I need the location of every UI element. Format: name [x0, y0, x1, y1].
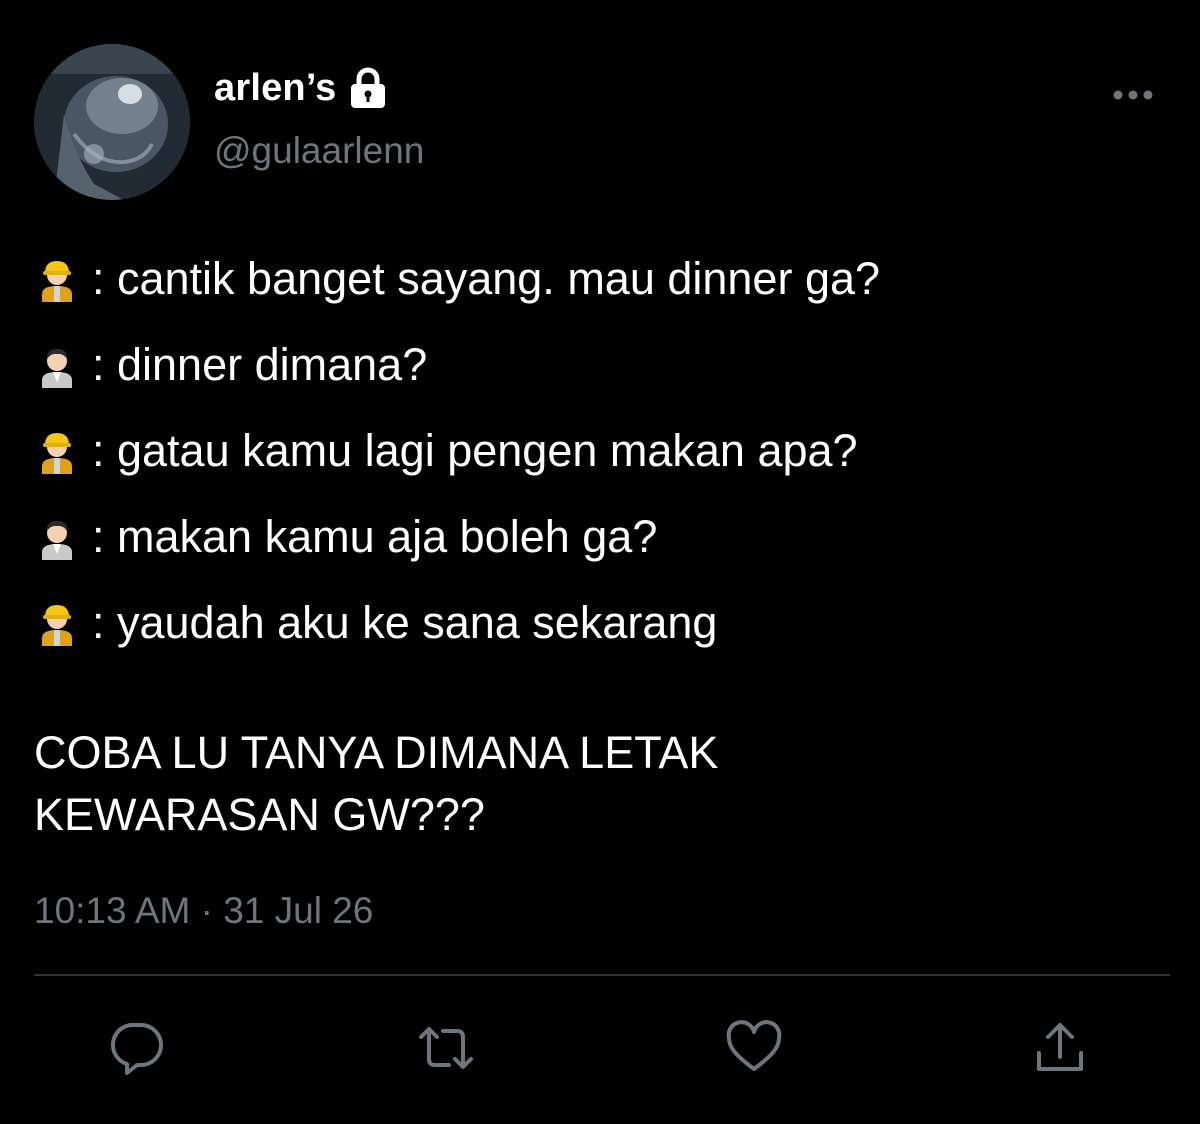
tweet-timestamp[interactable]: 10:13 AM · 31 Jul 26 — [34, 890, 373, 932]
office-worker-icon — [34, 342, 80, 388]
more-dots-icon — [1113, 90, 1153, 100]
tweet-dialog: : cantik banget sayang. mau dinner ga? :… — [34, 236, 1174, 666]
dialog-text: : makan kamu aja boleh ga? — [92, 511, 658, 562]
dialog-line: : dinner dimana? — [34, 322, 1174, 408]
construction-worker-icon — [34, 428, 80, 474]
heart-icon — [726, 1020, 782, 1071]
share-icon — [1037, 1023, 1083, 1071]
more-options-button[interactable] — [1108, 78, 1158, 112]
reply-button[interactable] — [106, 1018, 166, 1078]
construction-worker-icon — [34, 256, 80, 302]
dialog-line: : gatau kamu lagi pengen makan apa? — [34, 408, 1174, 494]
tweet-closing-text: COBA LU TANYA DIMANA LETAK KEWARASAN GW?… — [34, 727, 719, 840]
avatar-image — [34, 44, 190, 200]
display-name-row: arlen’s — [214, 64, 389, 112]
dialog-text: : cantik banget sayang. mau dinner ga? — [92, 253, 881, 304]
dialog-text: : dinner dimana? — [92, 339, 428, 390]
office-worker-icon — [34, 514, 80, 560]
reply-icon — [110, 1023, 163, 1075]
retweet-icon — [419, 1027, 473, 1069]
user-handle[interactable]: @gulaarlenn — [214, 130, 424, 172]
divider — [34, 974, 1170, 976]
dialog-text: : gatau kamu lagi pengen makan apa? — [92, 425, 858, 476]
dialog-line: : yaudah aku ke sana sekarang — [34, 580, 1174, 666]
dialog-line: : makan kamu aja boleh ga? — [34, 494, 1174, 580]
retweet-button[interactable] — [416, 1018, 476, 1078]
tweet: arlen’s @gulaarlenn: cantik banget saya… — [0, 0, 1200, 1124]
avatar[interactable] — [34, 44, 190, 200]
display-name[interactable]: arlen’s — [214, 67, 337, 110]
like-button[interactable] — [724, 1018, 784, 1078]
dialog-line: : cantik banget sayang. mau dinner ga? — [34, 236, 1174, 322]
share-button[interactable] — [1030, 1018, 1090, 1078]
lock-icon — [347, 67, 389, 109]
construction-worker-icon — [34, 600, 80, 646]
dialog-text: : yaudah aku ke sana sekarang — [92, 597, 718, 648]
